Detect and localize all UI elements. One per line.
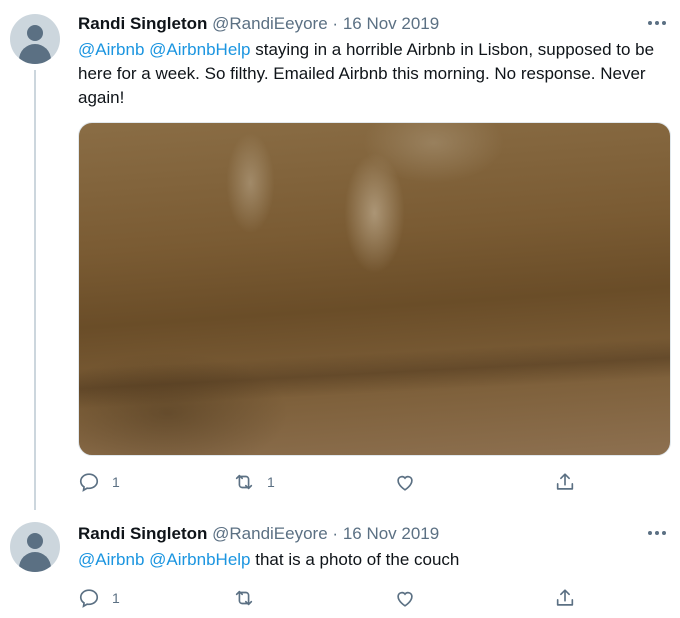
reply-count: 1 [112,590,120,606]
avatar-head [27,25,43,41]
share-button[interactable] [554,470,576,494]
avatar[interactable] [10,14,60,64]
reply-icon [79,589,99,608]
avatar-body [19,44,51,64]
photo-shading [79,336,670,410]
share-icon [556,473,574,490]
thread-line [34,70,36,510]
author-handle[interactable]: @RandiEeyore [212,14,328,33]
tweet-1[interactable]: Randi Singleton @RandiEeyore · 16 Nov 20… [0,0,680,510]
separator-dot: · [332,524,339,543]
tweet-header: Randi Singleton @RandiEeyore · 16 Nov 20… [78,523,439,545]
retweet-icon [235,590,253,606]
share-icon [556,589,574,606]
like-icon [397,591,413,607]
retweet-button[interactable] [233,586,267,610]
avatar[interactable] [10,522,60,572]
action-bar: 1 [78,586,598,610]
share-button[interactable] [554,586,576,610]
mention-link[interactable]: @AirbnbHelp [149,40,250,59]
reply-button[interactable]: 1 [78,586,120,610]
retweet-icon [235,474,253,490]
tweet-2[interactable]: Randi Singleton @RandiEeyore · 16 Nov 20… [0,510,680,618]
reply-button[interactable]: 1 [78,470,120,494]
avatar-head [27,533,43,549]
tweet-body-text: that is a photo of the couch [255,550,460,569]
like-button[interactable] [394,470,428,494]
tweet-date[interactable]: 16 Nov 2019 [343,524,439,543]
avatar-body [19,552,51,572]
author-name[interactable]: Randi Singleton [78,524,207,543]
retweet-count: 1 [267,474,275,490]
reply-count: 1 [112,474,120,490]
more-icon[interactable] [646,526,668,540]
like-icon [397,475,413,491]
reply-icon [79,473,99,492]
like-button[interactable] [394,586,428,610]
tweet-date[interactable]: 16 Nov 2019 [343,14,439,33]
author-name[interactable]: Randi Singleton [78,14,207,33]
mention-link[interactable]: @Airbnb [78,550,144,569]
tweet-text: @Airbnb @AirbnbHelp that is a photo of t… [78,548,668,572]
tweet-photo[interactable] [78,122,671,456]
tweet-header: Randi Singleton @RandiEeyore · 16 Nov 20… [78,13,439,35]
retweet-button[interactable]: 1 [233,470,275,494]
separator-dot: · [332,14,339,33]
author-handle[interactable]: @RandiEeyore [212,524,328,543]
tweet-text: @Airbnb @AirbnbHelp staying in a horribl… [78,38,668,110]
mention-link[interactable]: @Airbnb [78,40,144,59]
action-bar: 1 1 [78,470,598,494]
more-icon[interactable] [646,16,668,30]
mention-link[interactable]: @AirbnbHelp [149,550,250,569]
